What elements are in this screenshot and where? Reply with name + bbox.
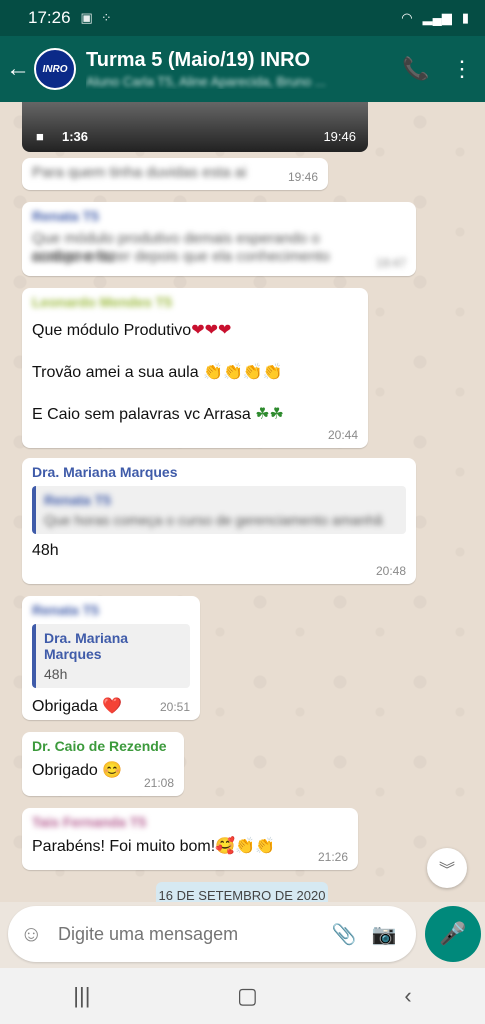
message-bubble[interactable]: Renata T5 Dra. Mariana Marques 48h Obrig… — [22, 596, 200, 720]
quoted-text: 48h — [44, 666, 68, 682]
message-text: Que módulo Produtivo — [32, 322, 192, 339]
message-sender: Renata T5 — [32, 208, 99, 224]
wifi-icon: ◠ — [401, 10, 413, 25]
chat-title-block[interactable]: Turma 5 (Maio/19) INRO Aluno Carla T5, A… — [86, 49, 393, 89]
message-sender: Leonardo Mendes T5 — [32, 294, 173, 310]
message-sender: Renata T5 — [32, 602, 99, 618]
message-time: 19:46 — [287, 170, 318, 184]
status-bar: 17:26 ▣ ⁘ ◠ ▂▄▆ ▮ — [0, 0, 485, 36]
message-text: 48h — [32, 542, 59, 559]
video-message[interactable]: ■ 1:36 19:46 — [22, 102, 368, 152]
message-text: Trovão amei a sua aula — [32, 364, 199, 381]
message-input[interactable] — [58, 923, 324, 945]
video-duration: 1:36 — [62, 129, 89, 144]
message-text-line: E Caio sem palavras vc Arrasa ☘☘ — [32, 404, 358, 424]
message-sender: Tais Fernanda T5 — [32, 814, 147, 830]
recent-apps-icon[interactable]: ||| — [73, 983, 90, 1009]
message-list[interactable]: ■ 1:36 19:46 Para quem tinha duvidas est… — [0, 102, 485, 902]
quoted-sender: Renata T5 — [44, 492, 111, 508]
message-time: 19:47 — [375, 256, 406, 270]
message-text-line: Trovão amei a sua aula 👏👏👏👏 — [32, 362, 358, 382]
message-bubble[interactable]: Leonardo Mendes T5 Que módulo Produtivo❤… — [22, 288, 368, 448]
reaction-emojis: 🥰👏👏 — [215, 838, 275, 855]
chat-title: Turma 5 (Maio/19) INRO — [86, 49, 311, 71]
home-icon[interactable]: ▢ — [237, 983, 258, 1009]
system-nav-bar: ||| ▢ ‹ — [0, 968, 485, 1024]
back-nav-icon[interactable]: ‹ — [404, 983, 411, 1009]
message-bubble[interactable]: Renata T5 Que módulo produtivo demais es… — [22, 202, 416, 276]
heart-emoji: ❤️ — [102, 698, 123, 715]
app-grid-icon: ⁘ — [100, 10, 112, 25]
message-text: Parabéns! Foi muito bom! — [32, 838, 216, 855]
message-text: Para quem tinha duvidas esta ai — [32, 164, 247, 181]
message-composer: ☺ 📎 📷 — [8, 906, 416, 962]
message-bubble[interactable]: Para quem tinha duvidas esta ai 19:46 — [22, 158, 328, 190]
microphone-icon: 🎤 — [439, 921, 467, 946]
message-text: E Caio sem palavras vc Arrasa — [32, 406, 251, 423]
message-bubble[interactable]: Dra. Mariana Marques Renata T5 Que horas… — [22, 458, 416, 584]
clap-emojis: 👏👏👏👏 — [203, 364, 283, 381]
quoted-message[interactable]: Renata T5 Que horas começa o curso de ge… — [32, 486, 406, 534]
message-time: 20:44 — [327, 428, 358, 442]
message-sender: Dra. Mariana Marques — [32, 464, 178, 480]
quoted-text: Que horas começa o curso de gerenciament… — [44, 512, 383, 528]
message-time: 21:26 — [317, 850, 348, 864]
message-text-line: Que módulo Produtivo❤❤❤ — [32, 320, 358, 340]
message-text: Obrigada — [32, 698, 98, 715]
message-text-line: Parabéns! Foi muito bom!🥰👏👏 — [32, 836, 348, 856]
smile-emoji: 😊 — [102, 762, 123, 779]
attach-icon[interactable]: 📎 — [324, 922, 364, 947]
chat-participants: Aluno Carla T5, Aline Aparecida, Bruno .… — [86, 74, 326, 89]
message-text: Obrigado — [32, 762, 98, 779]
camera-icon[interactable]: 📷 — [364, 922, 404, 947]
message-time: 21:08 — [143, 776, 174, 790]
message-sender: Dr. Caio de Rezende — [32, 738, 167, 754]
quoted-message[interactable]: Dra. Mariana Marques 48h — [32, 624, 190, 688]
message-text: Que módulo produtivo demais esperando o … — [32, 230, 320, 265]
quoted-sender: Dra. Mariana Marques — [44, 630, 129, 662]
status-time: 17:26 — [28, 8, 71, 27]
voice-record-button[interactable]: 🎤 — [425, 906, 481, 962]
message-bubble[interactable]: Tais Fernanda T5 Parabéns! Foi muito bom… — [22, 808, 358, 870]
heart-emojis: ❤❤❤ — [191, 322, 232, 339]
date-separator: 16 DE SETEMBRO DE 2020 — [156, 882, 328, 902]
message-time: 20:51 — [159, 700, 190, 714]
clover-emojis: ☘☘ — [255, 406, 284, 423]
scroll-to-bottom-button[interactable]: ︾ — [427, 848, 467, 888]
battery-icon: ▮ — [461, 10, 469, 25]
message-time: 20:48 — [375, 564, 406, 578]
gallery-icon: ▣ — [80, 10, 93, 25]
message-text: contigo e fazer depois que ela conhecime… — [32, 248, 330, 265]
add-call-icon[interactable]: 📞 — [393, 56, 439, 82]
message-time: 19:46 — [323, 129, 356, 144]
video-camera-icon: ■ — [36, 129, 44, 144]
signal-icon: ▂▄▆ — [422, 10, 452, 25]
overflow-menu-icon[interactable]: ⋮ — [439, 56, 485, 82]
emoji-icon[interactable]: ☺ — [20, 921, 50, 947]
message-bubble[interactable]: Dr. Caio de Rezende Obrigado 😊 21:08 — [22, 732, 184, 796]
double-chevron-down-icon: ︾ — [438, 862, 455, 879]
group-avatar[interactable]: INRO — [34, 48, 76, 90]
back-arrow-icon[interactable]: ← — [2, 55, 34, 83]
chat-header: ← INRO Turma 5 (Maio/19) INRO Aluno Carl… — [0, 36, 485, 102]
